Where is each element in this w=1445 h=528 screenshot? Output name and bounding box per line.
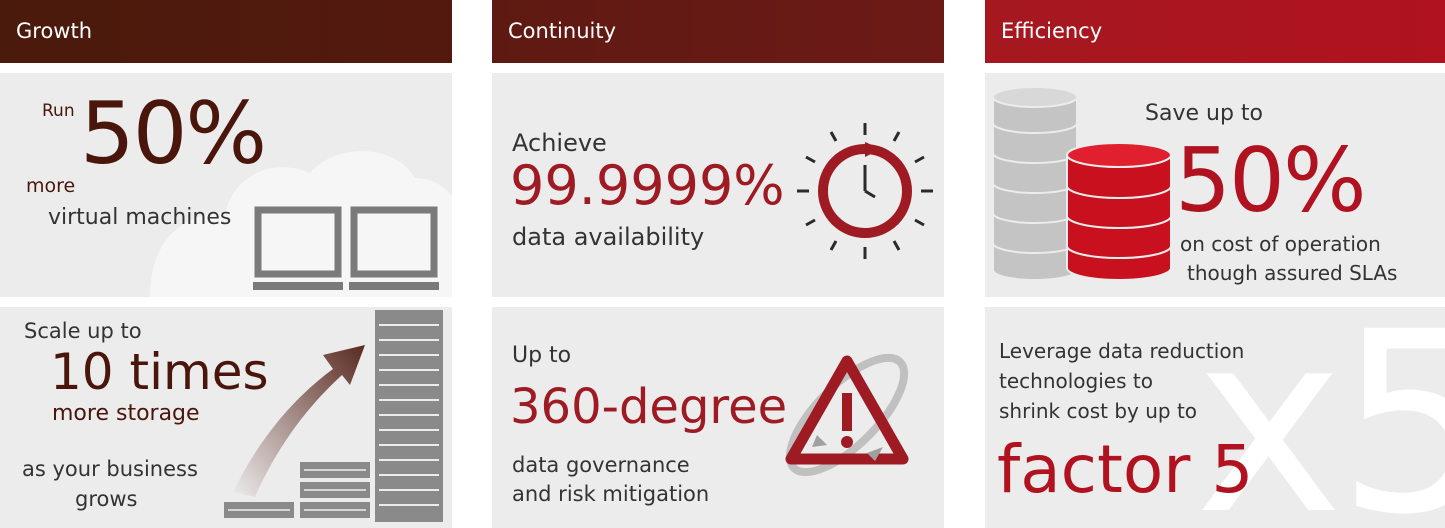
continuity-column: Continuity Achieve 99.9999% data availab… [492, 0, 944, 528]
continuity-header: Continuity [492, 0, 944, 63]
business-label: as your business [22, 457, 198, 481]
efficiency-reduction-panel: x5 Leverage data reduction technologies … [985, 307, 1445, 528]
continuity-availability-panel: Achieve 99.9999% data availability [492, 73, 944, 297]
warning-icon [785, 353, 909, 477]
storage-unit-icon [224, 502, 294, 518]
data-availability-label: data availability [512, 223, 705, 251]
efficiency-header: Efficiency [985, 0, 1445, 63]
server-rack-icon [375, 310, 443, 522]
governance-value: 360-degree [510, 379, 788, 435]
growth-storage-panel: Scale up to 10 times more storage as you… [0, 307, 452, 528]
growth-header: Growth [0, 0, 452, 63]
efficiency-column: Efficiency Save up to 50% on cost of ope… [985, 0, 1445, 528]
factor-value: factor 5 [997, 431, 1254, 508]
run-label: Run [42, 101, 75, 121]
risk-mitigation-label: and risk mitigation [512, 482, 710, 506]
more-storage-label: more storage [52, 401, 200, 426]
storage-unit-icon [300, 462, 370, 518]
virtual-machines-label: virtual machines [48, 205, 232, 230]
grows-label: grows [75, 487, 138, 511]
growth-column: Growth Run 50% more virtual machines Sca… [0, 0, 452, 528]
leverage-label: Leverage data reduction [999, 339, 1245, 363]
vm-percent-value: 50% [80, 84, 267, 184]
up-to-label: Up to [512, 343, 572, 368]
continuity-governance-panel: Up to 360-degree data governance and ris… [492, 307, 944, 528]
scale-up-label: Scale up to [24, 319, 142, 343]
red-database-icon [1066, 142, 1172, 281]
efficiency-cost-panel: Save up to 50% on cost of operation thou… [985, 73, 1445, 297]
more-label: more [26, 175, 76, 197]
technologies-label: technologies to [999, 369, 1153, 393]
clock-icon [797, 123, 933, 259]
cost-percent-value: 50% [1175, 129, 1367, 232]
availability-value: 99.9999% [510, 154, 785, 217]
shrink-cost-label: shrink cost by up to [999, 399, 1198, 423]
save-up-to-label: Save up to [1145, 101, 1263, 126]
data-governance-label: data governance [512, 453, 690, 477]
growth-vm-panel: Run 50% more virtual machines [0, 73, 452, 297]
laptop-icon [253, 206, 343, 290]
assured-slas-label: though assured SLAs [1187, 261, 1398, 285]
cost-operation-label: on cost of operation [1180, 232, 1381, 256]
achieve-label: Achieve [512, 129, 607, 157]
laptop-icon [349, 206, 439, 290]
